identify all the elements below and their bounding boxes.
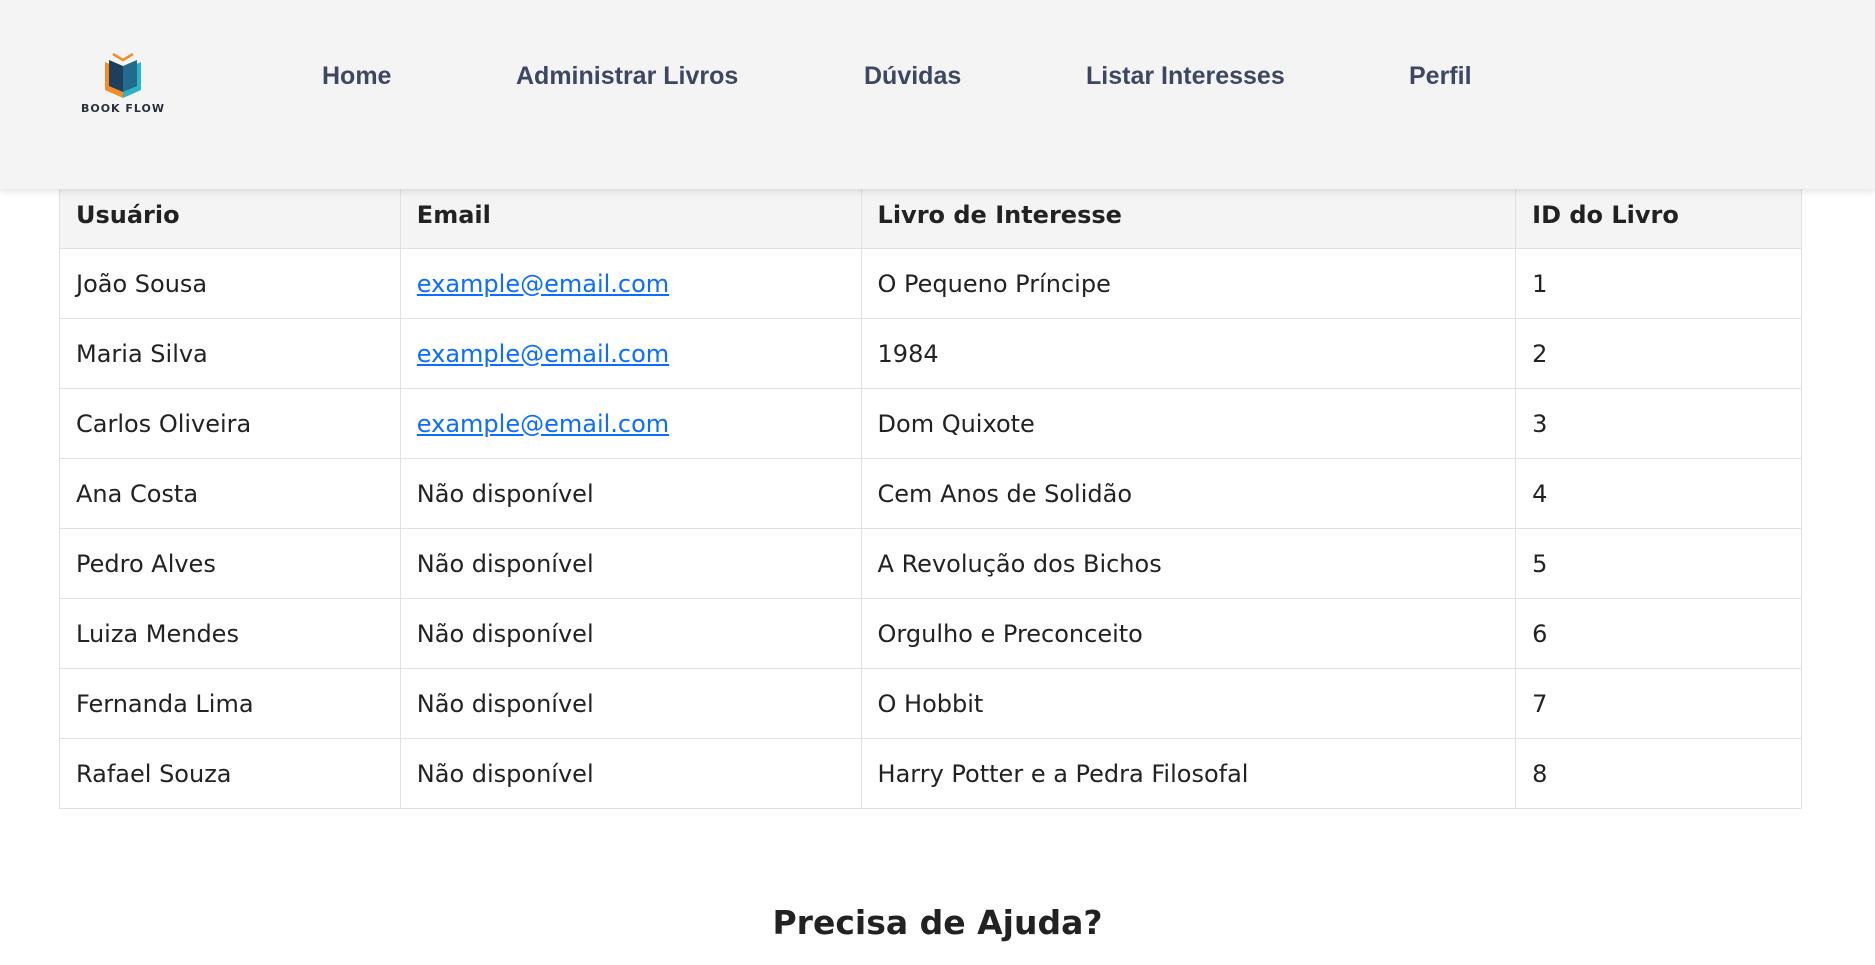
book-id-cell: 6 bbox=[1515, 598, 1802, 669]
header-livro-de-interesse: Livro de Interesse bbox=[860, 180, 1517, 249]
user-cell: Rafael Souza bbox=[59, 738, 401, 809]
nav-perfil-link[interactable]: Perfil bbox=[1409, 62, 1472, 91]
email-link[interactable]: example@email.com bbox=[417, 410, 669, 438]
table-row: Carlos Oliveira example@email.com Dom Qu… bbox=[59, 388, 1802, 459]
book-cell: O Hobbit bbox=[860, 668, 1517, 739]
book-id-cell: 4 bbox=[1515, 458, 1802, 529]
table-row: João Sousa example@email.com O Pequeno P… bbox=[59, 248, 1802, 319]
header-id-do-livro: ID do Livro bbox=[1515, 180, 1802, 249]
user-cell: Pedro Alves bbox=[59, 528, 401, 599]
user-cell: Luiza Mendes bbox=[59, 598, 401, 669]
user-cell: Ana Costa bbox=[59, 458, 401, 529]
email-cell: Não disponível bbox=[399, 528, 862, 599]
email-cell: example@email.com bbox=[399, 248, 862, 319]
help-heading: Precisa de Ajuda? bbox=[0, 903, 1875, 942]
nav-duvidas-link[interactable]: Dúvidas bbox=[864, 62, 961, 91]
book-cell: 1984 bbox=[860, 318, 1517, 389]
interests-table: Usuário Email Livro de Interesse ID do L… bbox=[59, 180, 1802, 809]
book-id-cell: 2 bbox=[1515, 318, 1802, 389]
email-cell: example@email.com bbox=[399, 388, 862, 459]
header-email: Email bbox=[399, 180, 862, 249]
book-cell: Orgulho e Preconceito bbox=[860, 598, 1517, 669]
email-cell: Não disponível bbox=[399, 598, 862, 669]
table-row: Rafael Souza Não disponível Harry Potter… bbox=[59, 738, 1802, 809]
email-cell: Não disponível bbox=[399, 738, 862, 809]
table-row: Ana Costa Não disponível Cem Anos de Sol… bbox=[59, 458, 1802, 529]
book-id-cell: 7 bbox=[1515, 668, 1802, 739]
book-cell: Harry Potter e a Pedra Filosofal bbox=[860, 738, 1517, 809]
book-cell: Dom Quixote bbox=[860, 388, 1517, 459]
interests-table-section: Usuário Email Livro de Interesse ID do L… bbox=[59, 180, 1802, 809]
help-heading-prefix: Precisa de bbox=[772, 903, 978, 942]
table-header-row: Usuário Email Livro de Interesse ID do L… bbox=[59, 180, 1802, 249]
nav-administrar-livros-link[interactable]: Administrar Livros bbox=[516, 62, 738, 91]
user-cell: Fernanda Lima bbox=[59, 668, 401, 739]
nav-listar-interesses-link[interactable]: Listar Interesses bbox=[1086, 62, 1285, 91]
brand-name: BOOK FLOW bbox=[80, 102, 166, 115]
book-id-cell: 1 bbox=[1515, 248, 1802, 319]
header-usuario: Usuário bbox=[59, 180, 401, 249]
brand-logo[interactable]: BOOK FLOW bbox=[78, 52, 168, 122]
table-row: Maria Silva example@email.com 1984 2 bbox=[59, 318, 1802, 389]
book-id-cell: 5 bbox=[1515, 528, 1802, 599]
open-book-icon bbox=[105, 52, 141, 98]
table-row: Fernanda Lima Não disponível O Hobbit 7 bbox=[59, 668, 1802, 739]
help-heading-emphasis: Ajuda? bbox=[977, 903, 1103, 942]
book-cell: Cem Anos de Solidão bbox=[860, 458, 1517, 529]
user-cell: Carlos Oliveira bbox=[59, 388, 401, 459]
user-cell: Maria Silva bbox=[59, 318, 401, 389]
email-link[interactable]: example@email.com bbox=[417, 270, 669, 298]
email-link[interactable]: example@email.com bbox=[417, 340, 669, 368]
email-cell: Não disponível bbox=[399, 458, 862, 529]
email-cell: example@email.com bbox=[399, 318, 862, 389]
table-row: Luiza Mendes Não disponível Orgulho e Pr… bbox=[59, 598, 1802, 669]
book-id-cell: 3 bbox=[1515, 388, 1802, 459]
user-cell: João Sousa bbox=[59, 248, 401, 319]
top-navbar: BOOK FLOW Home Administrar Livros Dúvida… bbox=[0, 0, 1875, 189]
book-cell: A Revolução dos Bichos bbox=[860, 528, 1517, 599]
nav-home-link[interactable]: Home bbox=[322, 62, 391, 91]
book-cell: O Pequeno Príncipe bbox=[860, 248, 1517, 319]
table-row: Pedro Alves Não disponível A Revolução d… bbox=[59, 528, 1802, 599]
book-id-cell: 8 bbox=[1515, 738, 1802, 809]
email-cell: Não disponível bbox=[399, 668, 862, 739]
